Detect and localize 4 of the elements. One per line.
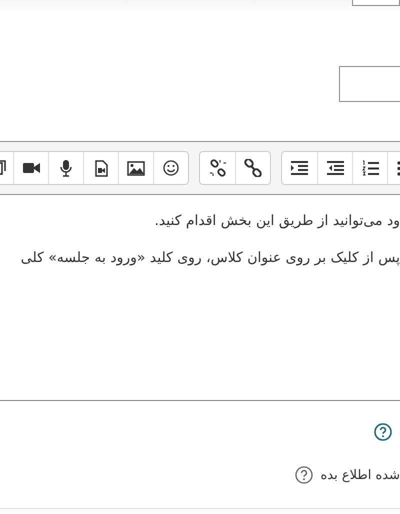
editor-paragraph: ود می‌توانید از طریق این بخش اقدام کنید.: [153, 212, 400, 230]
text-editor[interactable]: ود می‌توانید از طریق این بخش اقدام کنید. پس از کلیک بر روی عنوان کلاس، روی کلید «ورود به جلسه» کلی: [0, 195, 400, 401]
editor-paragraph: پس از کلیک بر روی عنوان کلاس، روی کلید «ورود به جلسه» کلی: [20, 249, 400, 267]
option-label: شده اطلاع بده: [320, 468, 400, 482]
